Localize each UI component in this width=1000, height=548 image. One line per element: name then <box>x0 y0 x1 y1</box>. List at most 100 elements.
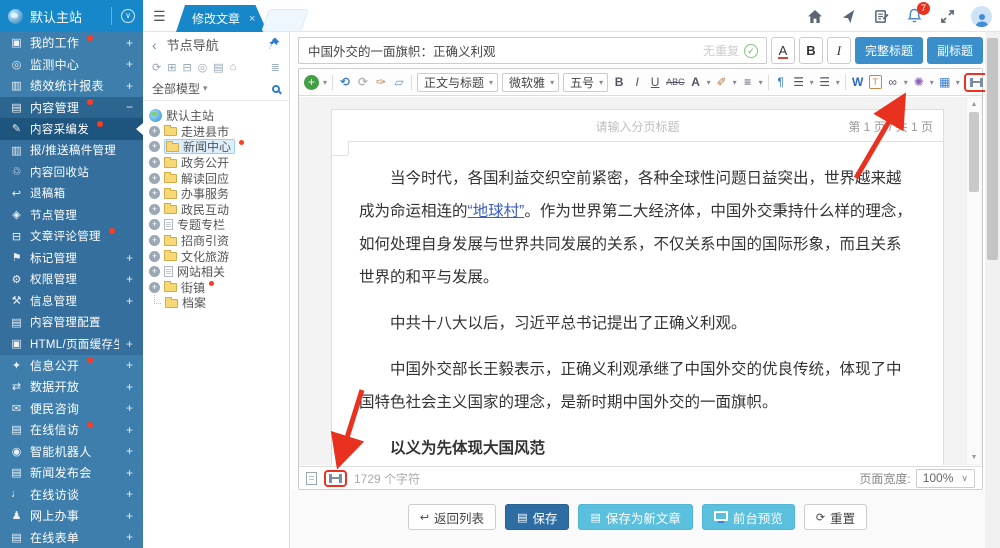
editor-scrollbar[interactable]: ▲ ▼ <box>966 98 981 464</box>
expand-node-icon[interactable]: + <box>149 219 160 230</box>
unordered-list-icon[interactable]: ☰ <box>818 75 832 89</box>
scrollbar-thumb[interactable] <box>969 112 979 192</box>
home-icon[interactable] <box>806 7 824 25</box>
refresh-icon[interactable]: ⟳ <box>152 61 161 74</box>
undo-icon[interactable]: ⟲ <box>338 75 352 89</box>
caret-down-icon[interactable]: ▾ <box>904 78 908 87</box>
indent-icon[interactable]: ¶ <box>774 75 788 89</box>
tab-close-icon[interactable]: × <box>249 13 255 25</box>
expand-node-icon[interactable]: + <box>149 157 160 168</box>
full-title-button[interactable]: 完整标题 <box>855 37 923 64</box>
page-scrollbar-thumb[interactable] <box>987 38 998 260</box>
paste-as-text-icon[interactable]: T <box>869 75 882 89</box>
sidebar-item-html-cache[interactable]: ▣ HTML/页面缓存生成 + <box>0 333 143 355</box>
font-color-icon[interactable]: A <box>689 75 703 89</box>
highlight-icon[interactable]: ✐ <box>715 75 729 89</box>
site-switcher[interactable]: 默认主站 ∨ <box>0 0 143 32</box>
site-switch-button[interactable]: ∨ <box>111 7 135 25</box>
tree-node[interactable]: + 政民互动 <box>149 202 285 218</box>
title-italic-button[interactable]: I <box>827 37 851 64</box>
sidebar-item-robot[interactable]: ◉ 智能机器人 + <box>0 441 143 463</box>
sidebar-item-permission-management[interactable]: ⚙ 权限管理 + <box>0 269 143 291</box>
strikethrough-icon[interactable]: ABC <box>666 77 685 87</box>
tree-node[interactable]: + 专题专栏 <box>149 217 285 233</box>
save-button[interactable]: ▤ 保存 <box>505 504 569 530</box>
underline-icon[interactable]: U <box>648 75 662 89</box>
reset-button[interactable]: ⟳ 重置 <box>804 504 867 530</box>
tree-node-selected[interactable]: + 新闻中心 <box>149 139 285 155</box>
pin-icon[interactable] <box>268 37 280 53</box>
sidebar-item-info-disclosure[interactable]: ✦ 信息公开 + <box>0 355 143 377</box>
bold-icon[interactable]: B <box>612 75 626 89</box>
title-bold-button[interactable]: B <box>799 37 823 64</box>
font-family-select[interactable]: 微软雅 ▾ <box>502 73 559 92</box>
new-doc-icon[interactable]: ▤ <box>213 61 223 74</box>
insert-new-icon[interactable]: + <box>304 75 319 90</box>
expand-node-icon[interactable]: + <box>149 188 160 199</box>
frontend-preview-button[interactable]: 前台预览 <box>702 504 795 530</box>
eraser-icon[interactable]: ▱ <box>392 75 406 89</box>
expand-node-icon[interactable]: + <box>149 204 160 215</box>
subtitle-button[interactable]: 副标题 <box>927 37 983 64</box>
paragraph-format-select[interactable]: 正文与标题 ▾ <box>417 73 498 92</box>
sidebar-item-tag-management[interactable]: ⚑ 标记管理 + <box>0 247 143 269</box>
expand-node-icon[interactable]: + <box>149 173 160 184</box>
layout-columns-icon[interactable]: ▦ <box>938 75 952 89</box>
tree-node[interactable]: + 政务公开 <box>149 155 285 171</box>
sidebar-item-monitor-center[interactable]: ◎ 监测中心 + <box>0 54 143 76</box>
caret-down-icon[interactable]: ▾ <box>733 78 737 87</box>
expand-node-icon[interactable]: + <box>149 141 160 152</box>
caret-down-icon[interactable]: ▾ <box>707 78 711 87</box>
task-list-icon[interactable] <box>872 7 890 25</box>
sort-tree-icon[interactable]: ≣ <box>271 61 280 74</box>
article-body[interactable]: 当今时代，各国利益交织空前紧密，各种全球性问题日益突出，世界越来越成为命运相连的… <box>359 162 916 465</box>
article-title-input[interactable] <box>298 37 767 64</box>
expand-node-icon[interactable]: + <box>149 266 160 277</box>
tree-node[interactable]: + 走进县市 <box>149 124 285 140</box>
sidebar-item-performance-report[interactable]: ▥ 绩效统计报表 + <box>0 75 143 97</box>
notifications-bell-icon[interactable]: 7 <box>905 7 923 25</box>
format-painter-icon[interactable]: ✑ <box>374 75 388 89</box>
sidebar-item-recycle-bin[interactable]: ♲ 内容回收站 <box>0 161 143 183</box>
sidebar-item-node-management[interactable]: ◈ 节点管理 <box>0 204 143 226</box>
sidebar-item-online-form[interactable]: ▤ 在线表单 + <box>0 527 143 548</box>
tree-node[interactable]: + 街镇 <box>149 280 285 296</box>
fullscreen-icon[interactable] <box>938 7 956 25</box>
page-break-toggle-icon[interactable] <box>329 474 342 483</box>
element-path-icon[interactable] <box>306 472 317 485</box>
align-icon[interactable]: ≡ <box>741 75 755 89</box>
tree-node[interactable]: + 招商引资 <box>149 233 285 249</box>
sidebar-item-online-service[interactable]: ♟ 网上办事 + <box>0 505 143 527</box>
collapse-all-icon[interactable]: ⊟ <box>182 61 191 74</box>
caret-down-icon[interactable]: ▾ <box>759 78 763 87</box>
sidebar-item-citizen-consult[interactable]: ✉ 便民咨询 + <box>0 398 143 420</box>
expand-node-icon[interactable]: + <box>149 126 160 137</box>
paste-from-word-icon[interactable]: W <box>851 75 865 89</box>
site-view-icon[interactable]: ◎ <box>198 61 208 74</box>
italic-icon[interactable]: I <box>630 75 644 89</box>
expand-node-icon[interactable]: + <box>149 282 160 293</box>
expand-node-icon[interactable]: + <box>149 251 160 262</box>
search-icon[interactable] <box>272 85 280 93</box>
font-size-select[interactable]: 五号 ▾ <box>563 73 608 92</box>
quick-action-icon[interactable] <box>839 7 857 25</box>
sidebar-toggle-icon[interactable]: ☰ <box>153 8 166 25</box>
home-node-icon[interactable]: ⌂ <box>230 61 237 73</box>
tree-node-root[interactable]: 默认主站 <box>149 108 285 124</box>
sidebar-item-content-management[interactable]: ▤ 内容管理 − <box>0 97 143 119</box>
sidebar-item-data-open[interactable]: ⇄ 数据开放 + <box>0 376 143 398</box>
sidebar-item-content-editing[interactable]: ✎ 内容采编发 <box>0 118 143 140</box>
editor-page-sheet[interactable]: 请输入分页标题 第 1 页 / 共 1 页 当今时代，各国利益交织空前紧密，各种… <box>331 109 944 465</box>
user-avatar[interactable] <box>971 6 992 27</box>
tree-node[interactable]: + 网站相关 <box>149 264 285 280</box>
sidebar-item-comment-management[interactable]: ⊟ 文章评论管理 <box>0 226 143 248</box>
sidebar-item-press-conference[interactable]: ▤ 新闻发布会 + <box>0 462 143 484</box>
tab-edit-article[interactable]: 修改文章 × <box>176 5 267 32</box>
caret-down-icon[interactable]: ▾ <box>836 78 840 87</box>
tree-node-leaf[interactable]: 档案 <box>149 295 285 311</box>
model-filter-select[interactable]: 全部模型 <box>152 80 200 97</box>
expand-all-icon[interactable]: ⊞ <box>167 61 176 74</box>
sidebar-item-push-manuscript[interactable]: ▥ 报/推送稿件管理 <box>0 140 143 162</box>
expand-node-icon[interactable]: + <box>149 235 160 246</box>
link-icon[interactable]: ∞ <box>886 75 900 89</box>
